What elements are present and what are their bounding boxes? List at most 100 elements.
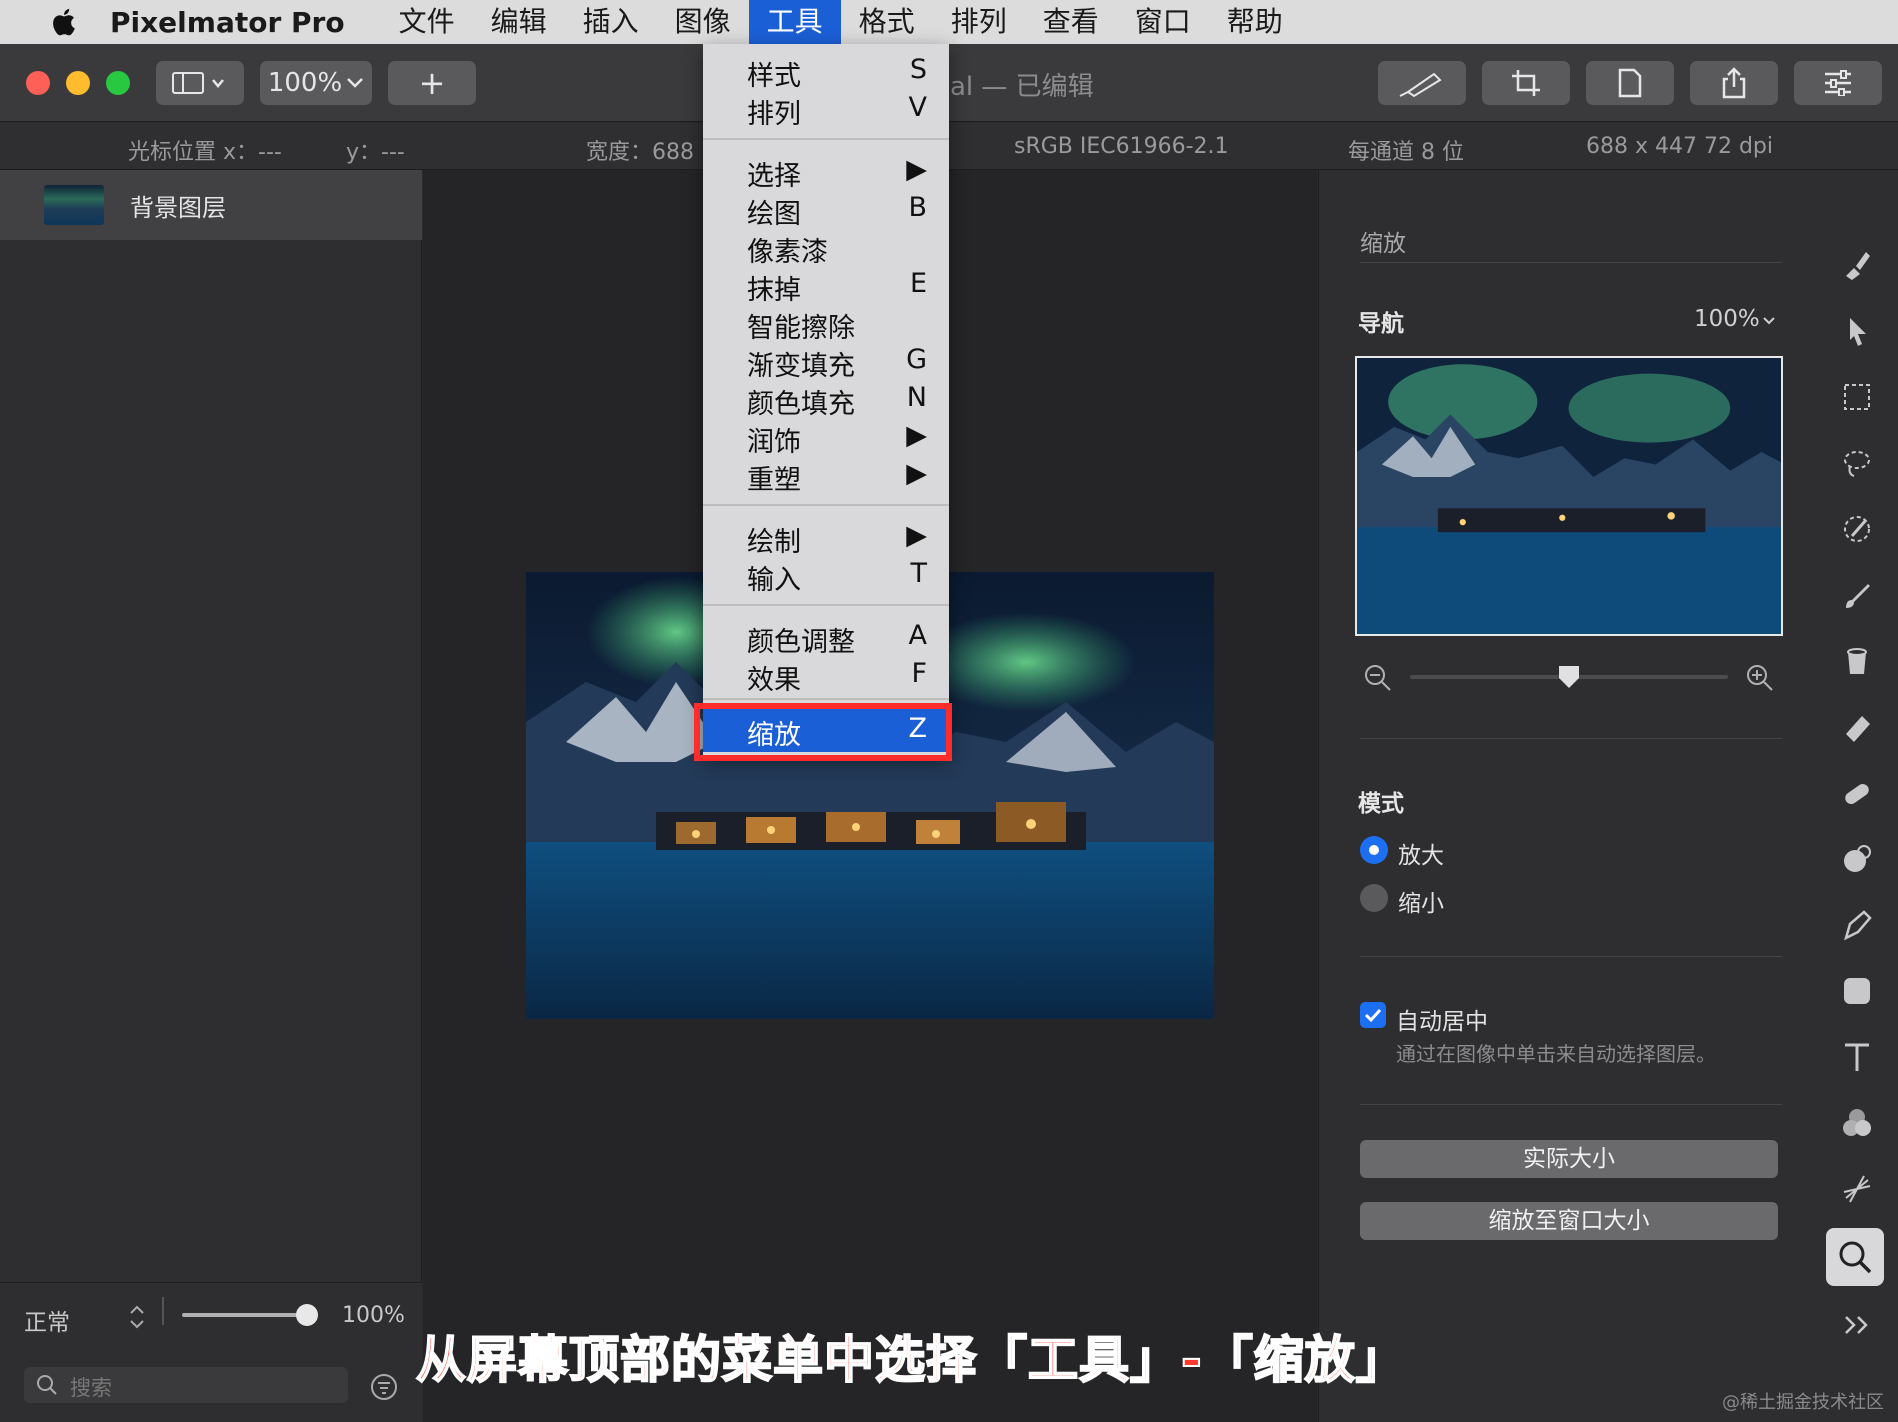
menu-arrange[interactable]: 排列 [933, 0, 1025, 44]
navigator-zoom-select[interactable]: 100% [1694, 306, 1760, 332]
watermark: @稀土掘金技术社区 [1722, 1392, 1884, 1413]
more-tools-icon[interactable] [1834, 1302, 1880, 1348]
zoom-in-icon[interactable] [1746, 664, 1774, 692]
menu-file[interactable]: 文件 [381, 0, 473, 44]
zoom-in-option-label[interactable]: 放大 [1398, 836, 1444, 870]
zoom-in-radio[interactable] [1360, 836, 1388, 864]
zoom-tool-icon[interactable] [1826, 1228, 1884, 1286]
image-width: 宽度：688 [586, 140, 694, 165]
menu-item-color-fill[interactable]: 颜色填充 N [703, 380, 949, 420]
navigator-thumbnail[interactable] [1355, 356, 1783, 636]
navigator-label: 导航 [1358, 311, 1404, 337]
crop-icon [1512, 70, 1540, 96]
shortcut-key: B [908, 192, 927, 223]
menu-item-type[interactable]: 输入 T [703, 556, 949, 596]
pen-tool-icon[interactable] [1834, 902, 1880, 948]
distort-tool-icon[interactable] [1834, 836, 1880, 882]
share-button[interactable] [1690, 61, 1778, 105]
format-button[interactable] [1586, 61, 1674, 105]
menu-item-color-adjust[interactable]: 颜色调整 A [703, 618, 949, 658]
menu-view[interactable]: 查看 [1025, 0, 1117, 44]
tools-toggle-button[interactable] [1378, 61, 1466, 105]
auto-center-label[interactable]: 自动居中 [1396, 1002, 1488, 1036]
menu-item-select[interactable]: 选择 ▶ [703, 152, 949, 192]
menu-item-effects[interactable]: 效果 F [703, 656, 949, 696]
layer-row[interactable]: 背景图层 [0, 170, 422, 240]
menu-item-label: 颜色填充 [747, 389, 855, 420]
type-tool-icon[interactable] [1834, 1034, 1880, 1080]
instruction-caption: 从屏幕顶部的菜单中选择「工具」-「缩放」 [415, 1330, 1407, 1390]
fit-to-window-button[interactable]: 缩放至窗口大小 [1360, 1202, 1778, 1240]
menu-image[interactable]: 图像 [657, 0, 749, 44]
menu-item-label: 润饰 [747, 427, 801, 458]
eraser-tool-icon[interactable] [1834, 704, 1880, 750]
retouch-tool-icon[interactable] [1834, 770, 1880, 816]
layers-footer: 正常 100% 搜索 [0, 1282, 422, 1422]
menu-item-retouch[interactable]: 润饰 ▶ [703, 418, 949, 458]
menu-item-paint[interactable]: 绘图 B [703, 190, 949, 230]
opacity-slider[interactable] [182, 1313, 314, 1317]
divider [1360, 956, 1782, 957]
shortcut-key: F [911, 658, 927, 689]
divider [162, 1297, 164, 1325]
color-picker-tool-icon[interactable] [1834, 506, 1880, 552]
menu-item-style[interactable]: 样式 S [703, 52, 949, 92]
fill-bucket-tool-icon[interactable] [1834, 638, 1880, 684]
menu-edit[interactable]: 编辑 [473, 0, 565, 44]
menu-item-reshape[interactable]: 重塑 ▶ [703, 456, 949, 496]
zoom-out-option-label[interactable]: 缩小 [1398, 884, 1444, 918]
style-tool-icon[interactable] [1834, 242, 1880, 288]
zoom-out-icon[interactable] [1364, 664, 1392, 692]
apple-icon[interactable] [42, 7, 84, 37]
crop-button[interactable] [1482, 61, 1570, 105]
shortcut-key: A [908, 620, 927, 651]
opacity-slider-knob[interactable] [296, 1304, 318, 1326]
menu-window[interactable]: 窗口 [1117, 0, 1209, 44]
zoom-out-radio[interactable] [1360, 884, 1388, 912]
menu-item-label: 选择 [747, 161, 801, 192]
auto-center-checkbox[interactable] [1360, 1002, 1386, 1028]
menu-item-arrange[interactable]: 排列 V [703, 90, 949, 130]
color-adjust-tool-icon[interactable] [1834, 1100, 1880, 1146]
menu-item-pixel-paint[interactable]: 像素漆 [703, 228, 949, 268]
menu-item-label: 颜色调整 [747, 627, 855, 658]
submenu-arrow-icon: ▶ [906, 458, 927, 489]
menu-format[interactable]: 格式 [841, 0, 933, 44]
menu-separator [703, 604, 949, 606]
arrange-tool-icon[interactable] [1834, 308, 1880, 354]
shape-tool-icon[interactable] [1834, 968, 1880, 1014]
paint-brush-tool-icon[interactable] [1834, 572, 1880, 618]
effects-tool-icon[interactable] [1834, 1166, 1880, 1212]
menu-insert[interactable]: 插入 [565, 0, 657, 44]
image-dimensions: 688 x 447 72 dpi [1586, 134, 1774, 159]
menu-item-gradient-fill[interactable]: 渐变填充 G [703, 342, 949, 382]
actual-size-button[interactable]: 实际大小 [1360, 1140, 1778, 1178]
app-menu[interactable]: Pixelmator Pro [110, 6, 345, 39]
menu-help[interactable]: 帮助 [1209, 0, 1301, 44]
menu-item-label: 绘图 [747, 199, 801, 230]
filter-icon[interactable] [370, 1373, 398, 1401]
selection-tool-icon[interactable] [1834, 374, 1880, 420]
add-button[interactable]: + [388, 61, 476, 105]
menu-bar: Pixelmator Pro 文件 编辑 插入 图像 工具 格式 排列 查看 窗… [0, 0, 1898, 44]
menu-item-draw[interactable]: 绘制 ▶ [703, 518, 949, 558]
menu-item-erase[interactable]: 抹掉 E [703, 266, 949, 306]
info-bar: 光标位置 x：--- y：--- 宽度：688 sRGB IEC61966-2.… [0, 123, 1898, 170]
zoom-slider-knob[interactable] [1557, 664, 1581, 690]
shortcut-key: E [909, 268, 927, 299]
menu-item-smart-erase[interactable]: 智能擦除 [703, 304, 949, 344]
sidebar-toggle-button[interactable] [156, 61, 244, 105]
adjustments-button[interactable] [1794, 61, 1882, 105]
search-placeholder: 搜索 [70, 1376, 112, 1400]
lasso-tool-icon[interactable] [1834, 440, 1880, 486]
highlight-box [694, 703, 952, 761]
color-profile: sRGB IEC61966-2.1 [1014, 134, 1229, 159]
blend-mode-select[interactable]: 正常 [24, 1303, 70, 1337]
bit-depth: 每通道 8 位 [1348, 140, 1464, 165]
layer-search-input[interactable]: 搜索 [24, 1367, 348, 1403]
zoom-level-select[interactable]: 100% [260, 61, 372, 105]
zoom-window-button[interactable] [106, 71, 130, 95]
close-window-button[interactable] [26, 71, 50, 95]
menu-tools[interactable]: 工具 [748, 0, 841, 44]
minimize-window-button[interactable] [66, 71, 90, 95]
